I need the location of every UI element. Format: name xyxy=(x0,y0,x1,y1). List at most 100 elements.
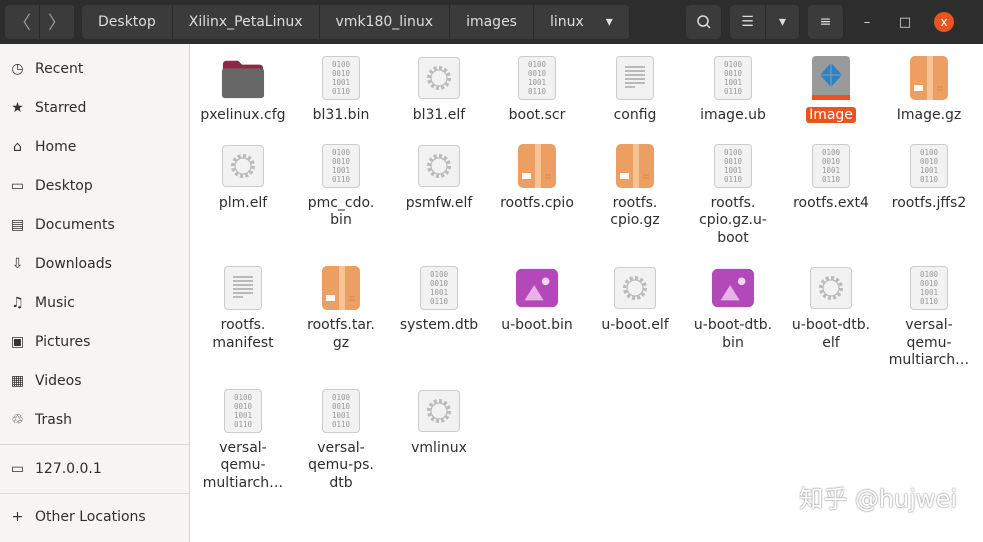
file-name: rootfs.jffs2 xyxy=(891,194,967,211)
file-item[interactable]: 0100 0010 1001 0110 bl31.bin xyxy=(292,55,390,125)
sidebar-item-downloads[interactable]: ⇩ Downloads xyxy=(9,249,184,279)
home-icon: ⌂ xyxy=(13,139,22,155)
sidebar-item-label: Other Locations xyxy=(35,509,146,525)
archive-file-icon xyxy=(319,265,363,311)
sidebar-item-trash[interactable]: ♲ Trash xyxy=(9,405,184,435)
sidebar-item-other-locations[interactable]: + Other Locations xyxy=(9,502,184,532)
file-name: rootfs.cpio xyxy=(500,194,574,211)
music-icon: ♫ xyxy=(11,295,24,311)
videos-icon: ▦ xyxy=(10,373,25,389)
file-item[interactable]: psmfw.elf xyxy=(390,143,488,248)
back-button[interactable]: 〈 xyxy=(5,5,40,39)
binary-glyph: 0100 0010 1001 0110 xyxy=(233,392,253,429)
breadcrumb-desktop[interactable]: Desktop xyxy=(82,5,173,39)
recent-icon: ◷ xyxy=(11,61,24,77)
sidebar-item-videos[interactable]: ▦ Videos xyxy=(9,366,184,396)
breadcrumb-vmk180-linux[interactable]: vmk180_linux xyxy=(319,5,451,39)
file-item[interactable]: rootfs.tar. gz xyxy=(292,265,390,370)
image-file-icon xyxy=(711,265,755,311)
file-item[interactable]: 0100 0010 1001 0110 system.dtb xyxy=(390,265,488,370)
sidebar-item-network[interactable]: ▭ 127.0.0.1 xyxy=(9,454,184,484)
breadcrumb-label: Xilinx_PetaLinux xyxy=(188,14,303,30)
search-button[interactable] xyxy=(686,5,722,39)
network-icon: ▭ xyxy=(10,461,25,477)
file-item[interactable]: 0100 0010 1001 0110 versal- qemu- multiar… xyxy=(880,265,978,370)
binary-glyph: 0100 0010 1001 0110 xyxy=(331,60,351,96)
file-item[interactable]: bl31.elf xyxy=(390,55,488,125)
trash-icon: ♲ xyxy=(11,412,24,428)
sidebar-item-starred[interactable]: ★ Starred xyxy=(9,93,184,123)
sidebar-item-label: Music xyxy=(35,295,75,311)
file-item[interactable]: u-boot-dtb. bin xyxy=(684,265,782,370)
file-item[interactable]: u-boot-dtb. elf xyxy=(782,265,880,370)
file-item[interactable]: Image xyxy=(782,55,880,125)
breadcrumb: Desktop Xilinx_PetaLinux vmk180_linux image… xyxy=(82,5,630,39)
file-item[interactable]: rootfs.cpio xyxy=(488,143,586,248)
exec-file-icon xyxy=(613,265,657,311)
file-name: plm.elf xyxy=(218,194,268,211)
binary-glyph: 0100 0010 1001 0110 xyxy=(723,147,743,184)
sidebar-item-pictures[interactable]: ▣ Pictures xyxy=(9,327,184,357)
file-item[interactable]: u-boot.elf xyxy=(586,265,684,370)
file-item[interactable]: 0100 0010 1001 0110 image.ub xyxy=(684,55,782,125)
file-item[interactable]: 0100 0010 1001 0110 boot.scr xyxy=(488,55,586,125)
sidebar-item-label: Recent xyxy=(35,61,84,77)
folder-file-icon xyxy=(221,55,265,101)
file-name: versal- qemu- multiarch… xyxy=(888,317,970,368)
binary-file-icon: 0100 0010 1001 0110 xyxy=(907,143,951,189)
file-name: boot.scr xyxy=(508,107,566,123)
file-item[interactable]: 0100 0010 1001 0110 pmc_cdo. bin xyxy=(292,143,390,248)
file-item[interactable]: u-boot.bin xyxy=(488,265,586,370)
sidebar-item-home[interactable]: ⌂ Home xyxy=(9,132,184,162)
exec-file-icon xyxy=(809,265,853,311)
hamburger-menu-icon: ≡ xyxy=(819,14,832,30)
sidebar-item-documents[interactable]: ▤ Documents xyxy=(9,210,184,240)
file-name: vmlinux xyxy=(411,439,467,456)
menu-button[interactable]: ≡ xyxy=(808,5,844,39)
file-name: rootfs.tar. gz xyxy=(307,317,375,351)
file-item[interactable]: 0100 0010 1001 0110 rootfs.ext4 xyxy=(782,143,880,248)
binary-file-icon: 0100 0010 1001 0110 xyxy=(711,143,755,189)
binary-glyph: 0100 0010 1001 0110 xyxy=(527,60,547,96)
breadcrumb-xilinx-petalinux[interactable]: Xilinx_PetaLinux xyxy=(172,5,320,39)
list-view-button[interactable]: ☰ xyxy=(730,5,766,39)
archive-file-icon xyxy=(613,143,657,189)
breadcrumb-linux[interactable]: linux ▾ xyxy=(533,5,630,39)
file-item[interactable]: rootfs. cpio.gz xyxy=(586,143,684,248)
close-button[interactable]: x xyxy=(934,12,954,32)
binary-file-icon: 0100 0010 1001 0110 xyxy=(319,55,363,101)
image-file-icon xyxy=(515,265,559,311)
sidebar-item-recent[interactable]: ◷ Recent xyxy=(9,54,184,84)
binary-file-icon: 0100 0010 1001 0110 xyxy=(319,143,363,189)
file-item[interactable]: rootfs. manifest xyxy=(194,265,292,370)
breadcrumb-label: vmk180_linux xyxy=(335,14,434,30)
exec-file-icon xyxy=(417,143,461,189)
text-file-icon xyxy=(221,265,265,311)
binary-file-icon: 0100 0010 1001 0110 xyxy=(417,265,461,311)
file-item[interactable]: Image.gz xyxy=(880,55,978,125)
file-item[interactable]: 0100 0010 1001 0110 rootfs.jffs2 xyxy=(880,143,978,248)
chevron-down-icon[interactable]: ▾ xyxy=(606,14,613,30)
file-item[interactable]: 0100 0010 1001 0110 versal- qemu-ps. dtb xyxy=(292,388,390,493)
binary-glyph: 0100 0010 1001 0110 xyxy=(919,270,939,306)
xilinx-file-icon xyxy=(809,55,853,101)
search-icon xyxy=(696,15,711,29)
sidebar-item-music[interactable]: ♫ Music xyxy=(9,288,184,318)
nav-buttons: 〈 〉 xyxy=(5,5,75,39)
file-item[interactable]: pxelinux.cfg xyxy=(194,55,292,125)
maximize-button[interactable]: □ xyxy=(890,15,920,30)
view-options-dropdown[interactable]: ▾ xyxy=(766,5,800,39)
file-item[interactable]: 0100 0010 1001 0110 versal- qemu- multiar… xyxy=(194,388,292,493)
file-item[interactable]: plm.elf xyxy=(194,143,292,248)
file-item[interactable]: config xyxy=(586,55,684,125)
sidebar-item-desktop[interactable]: ▭ Desktop xyxy=(9,171,184,201)
other-locations-icon: + xyxy=(11,509,24,525)
binary-glyph: 0100 0010 1001 0110 xyxy=(331,147,351,184)
file-item[interactable]: 0100 0010 1001 0110 rootfs. cpio.gz.u- bo… xyxy=(684,143,782,248)
forward-button[interactable]: 〉 xyxy=(40,5,75,39)
minimize-button[interactable]: – xyxy=(852,15,882,30)
breadcrumb-images[interactable]: images xyxy=(450,5,534,39)
sidebar-item-label: Downloads xyxy=(35,256,112,272)
file-item[interactable]: vmlinux xyxy=(390,388,488,493)
breadcrumb-label: linux xyxy=(549,14,584,30)
